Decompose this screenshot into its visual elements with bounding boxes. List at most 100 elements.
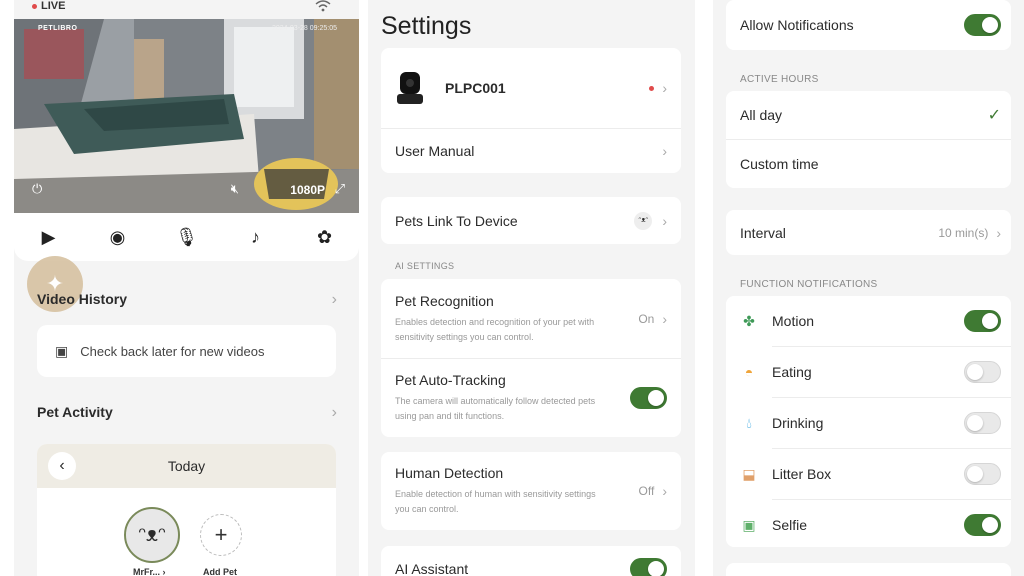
video-history-title: Video History [37, 291, 127, 307]
notifications-panel: Allow Notifications ACTIVE HOURS All day… [713, 0, 1024, 576]
water-drop-icon: 💧︎ [746, 414, 752, 431]
selfie-label: Selfie [772, 517, 808, 533]
all-day-option[interactable]: All day ✓ [726, 91, 1011, 139]
live-dot-icon [32, 3, 37, 9]
date-bar: ‹ Today [37, 444, 336, 488]
pet-auto-tracking-row: Pet Auto-Tracking The camera will automa… [381, 358, 681, 437]
interval-label: Interval [740, 224, 786, 241]
eating-label: Eating [772, 364, 812, 380]
camera-toolbar: ▶︎ ◉ 🎙︎ ♪ ✿ [14, 213, 359, 261]
human-detection-desc: Enable detection of human with sensitivi… [395, 489, 596, 514]
motion-toggle[interactable] [964, 310, 1001, 332]
mute-icon[interactable]: 🔇︎ [231, 181, 239, 197]
live-indicator: LIVE [32, 0, 65, 12]
allow-notifications-card: Allow Notifications [726, 0, 1011, 50]
pets-link-row[interactable]: Pets Link To Device ᵔᴥᵔ › [381, 197, 681, 244]
pet-auto-tracking-label: Pet Auto-Tracking [395, 372, 506, 388]
custom-time-label: Custom time [740, 155, 819, 172]
palette-icon[interactable]: ✿ [313, 227, 337, 248]
chevron-right-icon: › [331, 404, 337, 421]
pet-recognition-row[interactable]: Pet Recognition Enables detection and re… [381, 279, 681, 358]
pet-recognition-label: Pet Recognition [395, 292, 494, 309]
bowl-icon: ◓ [744, 364, 754, 380]
litter-box-label: Litter Box [772, 466, 832, 482]
music-note-icon[interactable]: ♪ [244, 227, 268, 248]
pets-link-card: Pets Link To Device ᵔᴥᵔ › [381, 197, 681, 244]
device-card: PLPC001 › User Manual › [381, 48, 681, 173]
pet-name-text: MrFr... [133, 567, 161, 576]
pet-activity-title: Pet Activity [37, 404, 113, 420]
chevron-right-icon: › [662, 80, 667, 96]
video-history-header[interactable]: Video History › [37, 291, 337, 309]
drinking-label: Drinking [772, 415, 824, 431]
wifi-icon [315, 0, 331, 12]
selfie-row: ▣ Selfie [726, 500, 1011, 547]
drinking-row: 💧︎ Drinking [726, 398, 1011, 448]
pet-face-icon: ᵔᴥᵔ [634, 211, 653, 230]
pet-activity-card: ‹ Today ᵔᴥᵔ + MrFr... › Add Pet [37, 444, 336, 576]
pet-activity-header[interactable]: Pet Activity › [37, 404, 337, 422]
chevron-right-icon: › [662, 310, 667, 327]
ai-assistant-card: AI Assistant [381, 546, 681, 576]
device-name: PLPC001 [445, 80, 506, 96]
pets-link-label: Pets Link To Device [395, 212, 518, 229]
back-chevron-icon[interactable]: ‹ [48, 452, 76, 480]
interval-row[interactable]: Interval 10 min(s) › [726, 210, 1011, 255]
camera-icon[interactable]: ◉ [106, 227, 130, 248]
human-detection-row[interactable]: Human Detection Enable detection of huma… [381, 452, 681, 530]
function-notifications-card: ✤ Motion ◓ Eating 💧︎ Drinking ⬓ Litter B… [726, 296, 1011, 547]
allow-notifications-toggle[interactable] [964, 14, 1001, 36]
ai-assistant-label: AI Assistant [395, 561, 469, 576]
device-row[interactable]: PLPC001 › [381, 48, 681, 128]
function-notifications-section: FUNCTION NOTIFICATIONS [740, 279, 878, 290]
all-day-label: All day [740, 107, 783, 123]
selfie-toggle[interactable] [964, 514, 1001, 536]
chevron-right-icon: › [662, 212, 667, 229]
allow-notifications-label: Allow Notifications [740, 17, 854, 33]
active-hours-card: All day ✓ Custom time [726, 91, 1011, 188]
user-manual-label: User Manual [395, 143, 475, 159]
empty-videos-text: Check back later for new videos [80, 343, 265, 359]
human-detection-card: Human Detection Enable detection of huma… [381, 452, 681, 530]
live-label: LIVE [41, 0, 66, 12]
eating-toggle[interactable] [964, 361, 1001, 383]
human-detection-value: Off [638, 484, 655, 498]
add-pet-button[interactable]: + [200, 514, 242, 556]
eating-row: ◓ Eating [726, 347, 1011, 397]
power-icon[interactable]: ⏻ [32, 181, 42, 197]
motion-row: ✤ Motion [726, 296, 1011, 346]
video-camera-icon[interactable]: ▶︎ [37, 227, 61, 248]
allow-notifications-row: Allow Notifications [726, 0, 1011, 50]
chevron-right-icon: › [662, 483, 667, 499]
fullscreen-icon[interactable]: ⤢ [335, 181, 345, 197]
custom-time-option[interactable]: Custom time [726, 139, 1011, 187]
litter-box-toggle[interactable] [964, 463, 1001, 485]
litter-box-icon: ⬓ [742, 465, 756, 482]
human-detection-label: Human Detection [395, 465, 504, 481]
settings-panel: Settings PLPC001 › User Manual › Pets Li… [368, 0, 695, 576]
ai-settings-section: AI SETTINGS [395, 261, 455, 271]
add-pet-label: Add Pet [203, 567, 238, 576]
motion-label: Motion [772, 313, 815, 329]
interval-card: Interval 10 min(s) › [726, 210, 1011, 255]
pet-recognition-value: On [638, 311, 655, 326]
litter-box-row: ⬓ Litter Box [726, 449, 1011, 499]
resolution-button[interactable]: 1080P [290, 183, 325, 197]
settings-title: Settings [381, 12, 472, 40]
pet-avatar[interactable]: ᵔᴥᵔ [124, 507, 180, 563]
live-video-feed[interactable]: PETLIBRO 2024-03-28 09:25:05 ⏻ 🔇︎ 1080P … [14, 19, 359, 213]
paw-icon: ✤ [743, 312, 755, 329]
chevron-right-icon: › [331, 291, 337, 308]
video-timestamp: 2024-03-28 09:25:05 [272, 25, 337, 32]
checkmark-icon: ✓ [987, 107, 1001, 124]
ai-assistant-toggle[interactable] [630, 558, 667, 576]
drinking-toggle[interactable] [964, 412, 1001, 434]
camera-live-panel: LIVE PETLIBRO 2024-03-28 09:25:05 ⏻ 🔇︎ 1… [14, 0, 359, 576]
update-dot-icon [649, 85, 655, 91]
pet-name-label[interactable]: MrFr... › [133, 567, 166, 576]
user-manual-row[interactable]: User Manual › [381, 128, 681, 173]
pet-face-icon: ᵔᴥᵔ [138, 523, 166, 546]
microphone-icon[interactable]: 🎙︎ [175, 227, 199, 248]
video-brand-watermark: PETLIBRO [38, 25, 78, 32]
pet-auto-tracking-toggle[interactable] [630, 387, 667, 409]
